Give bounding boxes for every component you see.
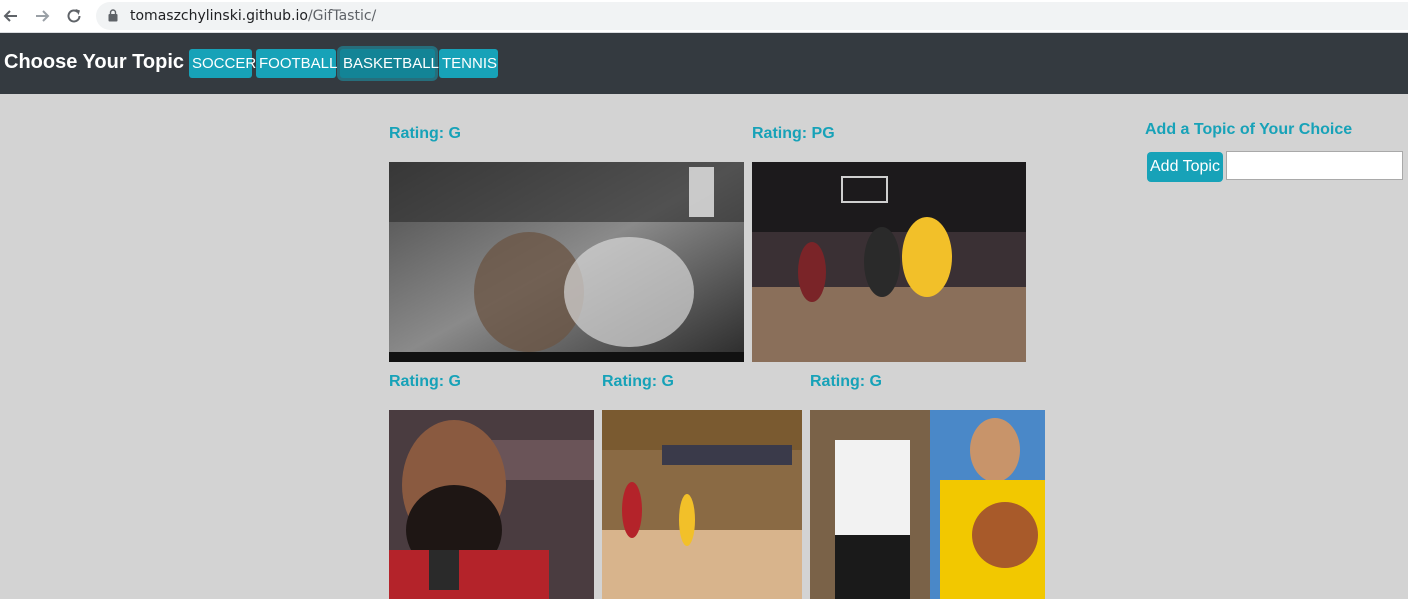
topic-button-football[interactable]: FOOTBALL — [256, 49, 337, 78]
topic-button-basketball[interactable]: BASKETBALL — [340, 49, 439, 78]
url-path: /GifTastic/ — [307, 8, 377, 24]
gif-rating: Rating: G — [389, 125, 461, 142]
topic-button-soccer[interactable]: SOCCER — [189, 49, 256, 78]
topic-input[interactable] — [1226, 151, 1403, 180]
add-topic-button[interactable]: Add Topic — [1147, 152, 1223, 182]
gif-image[interactable] — [810, 410, 1045, 599]
gif-image[interactable] — [389, 162, 744, 362]
gif-rating: Rating: PG — [752, 125, 835, 142]
gif-rating: Rating: G — [602, 373, 674, 390]
gif-rating: Rating: G — [810, 373, 882, 390]
forward-arrow-icon[interactable] — [31, 5, 53, 27]
browser-toolbar: tomaszchylinski.github.io/GifTastic/ — [0, 0, 1408, 33]
gif-image[interactable] — [752, 162, 1026, 362]
gif-image[interactable] — [602, 410, 802, 599]
page-title: Choose Your Topic — [4, 51, 185, 73]
topic-header: Choose Your Topic SOCCER FOOTBALL BASKET… — [0, 33, 1408, 94]
back-arrow-icon[interactable] — [0, 5, 22, 27]
url-host: tomaszchylinski.github.io — [130, 8, 308, 24]
topic-button-tennis[interactable]: TENNIS — [439, 49, 498, 78]
url-text: tomaszchylinski.github.io/GifTastic/ — [130, 8, 376, 24]
lock-icon — [108, 9, 118, 22]
gif-image[interactable] — [389, 410, 594, 599]
gif-rating: Rating: G — [389, 373, 461, 390]
add-topic-heading: Add a Topic of Your Choice — [1145, 121, 1353, 138]
address-bar[interactable]: tomaszchylinski.github.io/GifTastic/ — [96, 2, 1408, 30]
reload-icon[interactable] — [63, 5, 85, 27]
